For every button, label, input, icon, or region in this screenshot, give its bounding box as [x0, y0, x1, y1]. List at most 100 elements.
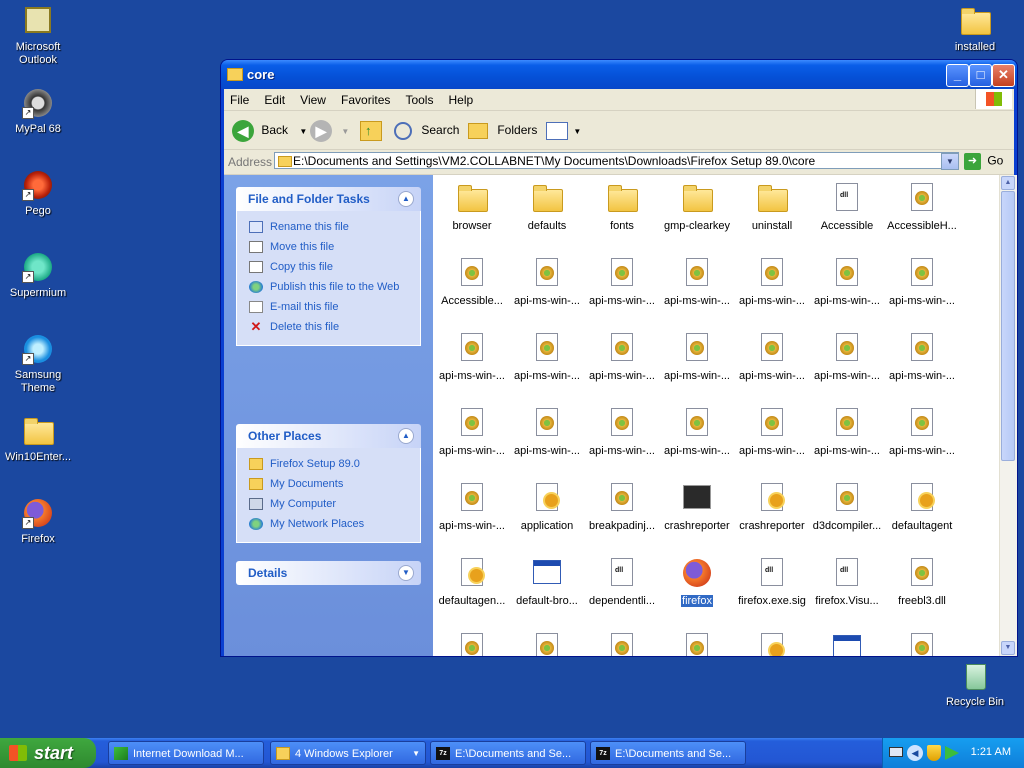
file-item[interactable]: freebl3.dll	[885, 557, 959, 607]
desktop-icon-pego[interactable]: ↗ Pego	[0, 169, 76, 218]
collapse-icon[interactable]: ▲	[398, 191, 414, 207]
desktop-icon-mypal[interactable]: ↗ MyPal 68	[0, 87, 76, 136]
panel-header[interactable]: File and Folder Tasks ▲	[236, 187, 421, 211]
file-item[interactable]	[585, 632, 659, 656]
file-item[interactable]: api-ms-win-...	[885, 257, 959, 307]
file-item[interactable]: api-ms-win-...	[435, 482, 509, 532]
file-item[interactable]: AccessibleH...	[885, 182, 959, 232]
file-item[interactable]: gmp-clearkey	[660, 182, 734, 232]
file-item[interactable]: d3dcompiler...	[810, 482, 884, 532]
address-input[interactable]: E:\Documents and Settings\VM2.COLLABNET\…	[274, 152, 959, 169]
menu-edit[interactable]: Edit	[258, 89, 291, 107]
file-item[interactable]: api-ms-win-...	[810, 407, 884, 457]
move-file-link[interactable]: Move this file	[249, 237, 420, 257]
file-item[interactable]: firefox	[660, 557, 734, 608]
email-file-link[interactable]: E-mail this file	[249, 297, 420, 317]
tray-expand-icon[interactable]: ◀	[907, 745, 923, 761]
close-button[interactable]: ✕	[992, 64, 1015, 87]
file-item[interactable]	[735, 632, 809, 656]
file-item[interactable]: api-ms-win-...	[735, 257, 809, 307]
idm-tray-icon[interactable]	[945, 746, 959, 760]
file-item[interactable]: api-ms-win-...	[660, 332, 734, 382]
file-item[interactable]: crashreporter	[660, 482, 734, 532]
place-my-network[interactable]: My Network Places	[249, 514, 420, 534]
file-item[interactable]: api-ms-win-...	[735, 332, 809, 382]
desktop-icon-outlook[interactable]: Microsoft Outlook	[0, 5, 76, 67]
desktop-icon-installed[interactable]: installed	[937, 5, 1013, 54]
file-item[interactable]	[435, 632, 509, 656]
taskbar-button-7zip-1[interactable]: 7z E:\Documents and Se...	[430, 741, 586, 765]
expand-icon[interactable]: ▼	[398, 565, 414, 581]
copy-file-link[interactable]: Copy this file	[249, 257, 420, 277]
minimize-button[interactable]: _	[946, 64, 969, 87]
file-item[interactable]: api-ms-win-...	[435, 407, 509, 457]
file-item[interactable]: browser	[435, 182, 509, 232]
file-item[interactable]: breakpadinj...	[585, 482, 659, 532]
menu-favorites[interactable]: Favorites	[335, 89, 396, 107]
menu-tools[interactable]: Tools	[399, 89, 439, 107]
taskbar-button-idm[interactable]: Internet Download M...	[108, 741, 264, 765]
file-item[interactable]: crashreporter	[735, 482, 809, 532]
file-item[interactable]: api-ms-win-...	[585, 407, 659, 457]
file-item[interactable]: Accessible...	[435, 257, 509, 307]
vertical-scrollbar[interactable]: ▲ ▼	[999, 175, 1017, 656]
file-item[interactable]: application	[510, 482, 584, 532]
maximize-button[interactable]: □	[969, 64, 992, 87]
file-item[interactable]	[810, 632, 884, 656]
place-my-computer[interactable]: My Computer	[249, 494, 420, 514]
start-button[interactable]: start	[0, 738, 96, 768]
file-item[interactable]: api-ms-win-...	[660, 407, 734, 457]
file-item[interactable]: firefox.exe.sig	[735, 557, 809, 607]
file-item[interactable]	[660, 632, 734, 656]
file-item[interactable]: dependentli...	[585, 557, 659, 607]
menu-help[interactable]: Help	[443, 89, 480, 107]
file-item[interactable]: api-ms-win-...	[660, 257, 734, 307]
folders-button[interactable]: Folders	[468, 117, 537, 143]
title-bar[interactable]: core _ □ ✕	[221, 60, 1017, 89]
scroll-up-button[interactable]: ▲	[1001, 176, 1015, 190]
file-item[interactable]: api-ms-win-...	[510, 332, 584, 382]
up-button[interactable]: ↑	[360, 117, 382, 143]
file-item[interactable]: api-ms-win-...	[885, 407, 959, 457]
place-my-documents[interactable]: My Documents	[249, 474, 420, 494]
taskbar-button-explorer-group[interactable]: 4 Windows Explorer ▼	[270, 741, 426, 765]
file-item[interactable]: Accessible	[810, 182, 884, 232]
file-item[interactable]: api-ms-win-...	[510, 257, 584, 307]
file-list-view[interactable]: browser defaults fonts gmp-clearkey uninstal…	[433, 175, 999, 656]
file-item[interactable]: api-ms-win-...	[585, 332, 659, 382]
menu-file[interactable]: File	[224, 89, 255, 107]
collapse-icon[interactable]: ▲	[398, 428, 414, 444]
rename-file-link[interactable]: Rename this file	[249, 217, 420, 237]
views-button[interactable]: ▼	[546, 117, 581, 143]
forward-button[interactable]: ▶ ▼	[310, 117, 349, 143]
publish-web-link[interactable]: Publish this file to the Web	[249, 277, 420, 297]
desktop-icon-win10enter[interactable]: Win10Enter...	[0, 415, 76, 464]
panel-header[interactable]: Details ▼	[236, 561, 421, 585]
security-shield-icon[interactable]	[927, 745, 941, 761]
place-firefox-setup[interactable]: Firefox Setup 89.0	[249, 454, 420, 474]
file-item[interactable]: api-ms-win-...	[810, 257, 884, 307]
desktop-icon-firefox[interactable]: ↗ Firefox	[0, 497, 76, 546]
desktop-icon-samsung-theme[interactable]: ↗ Samsung Theme	[0, 333, 76, 395]
delete-file-link[interactable]: ✕ Delete this file	[249, 317, 420, 337]
desktop-icon-supermium[interactable]: ↗ Supermium	[0, 251, 76, 300]
file-item[interactable]: default-bro...	[510, 557, 584, 607]
scroll-down-button[interactable]: ▼	[1001, 641, 1015, 655]
file-item[interactable]: api-ms-win-...	[435, 332, 509, 382]
file-item[interactable]: defaults	[510, 182, 584, 232]
address-dropdown-button[interactable]: ▼	[941, 153, 959, 170]
back-button[interactable]: ◀ Back ▼	[232, 117, 307, 143]
taskbar-button-7zip-2[interactable]: 7z E:\Documents and Se...	[590, 741, 746, 765]
keyboard-icon[interactable]	[889, 747, 903, 757]
file-item[interactable]: defaultagent	[885, 482, 959, 532]
file-item[interactable]	[885, 632, 959, 656]
go-button[interactable]: ➜ Go	[964, 153, 1003, 170]
scroll-thumb[interactable]	[1001, 191, 1015, 461]
file-item[interactable]	[510, 632, 584, 656]
file-item[interactable]: fonts	[585, 182, 659, 232]
file-item[interactable]: api-ms-win-...	[510, 407, 584, 457]
file-item[interactable]: api-ms-win-...	[885, 332, 959, 382]
desktop-icon-recycle-bin[interactable]: Recycle Bin	[937, 660, 1013, 709]
file-item[interactable]: defaultagen...	[435, 557, 509, 607]
file-item[interactable]: api-ms-win-...	[810, 332, 884, 382]
